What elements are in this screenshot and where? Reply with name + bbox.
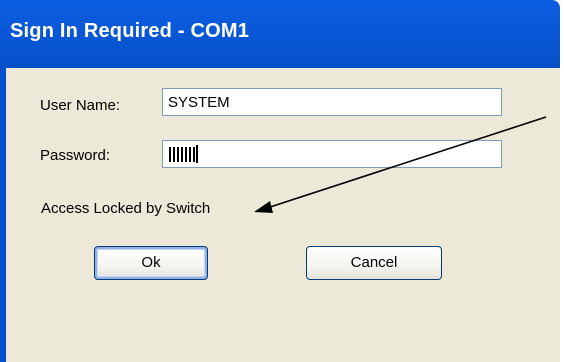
password-label: Password: — [40, 147, 111, 164]
username-label: User Name: — [40, 97, 121, 114]
dialog-body: User Name: Password: Access Locked by Sw… — [6, 68, 560, 362]
username-field[interactable] — [162, 88, 502, 116]
title-bar[interactable]: Sign In Required - COM1 — [0, 0, 560, 68]
text-caret — [196, 145, 198, 163]
password-field[interactable] — [162, 140, 502, 168]
status-message: Access Locked by Switch — [41, 200, 211, 217]
window-title: Sign In Required - COM1 — [10, 20, 250, 42]
cancel-button[interactable]: Cancel — [306, 246, 442, 280]
sign-in-dialog: Sign In Required - COM1 User Name: Passw… — [0, 0, 564, 362]
window-frame-right — [560, 0, 564, 362]
password-mask — [169, 145, 198, 163]
ok-button[interactable]: Ok — [94, 246, 208, 280]
